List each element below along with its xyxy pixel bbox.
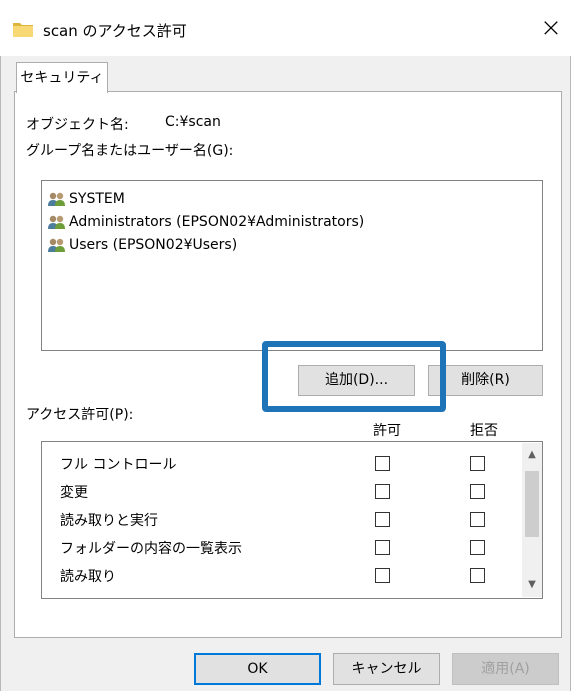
permission-row-label: フル コントロール	[60, 457, 177, 473]
deny-checkbox[interactable]	[470, 540, 485, 555]
list-item[interactable]: Administrators (EPSON02¥Administrators)	[48, 211, 364, 233]
cancel-button[interactable]: キャンセル	[333, 653, 440, 685]
allow-checkbox[interactable]	[375, 512, 390, 527]
permissions-label: アクセス許可(P):	[26, 407, 134, 423]
list-item[interactable]: SYSTEM	[48, 188, 125, 210]
permissions-list[interactable]: フル コントロール 変更 読み取りと実行 フォルダーの内容の一覧表示 読み取り …	[41, 441, 543, 599]
scrollbar[interactable]: ▲ ▼	[522, 443, 542, 597]
group-item-label: Users (EPSON02¥Users)	[69, 237, 238, 253]
object-name-label: オブジェクト名:	[26, 117, 129, 133]
window-border-left	[0, 56, 1, 691]
permission-row-label: フォルダーの内容の一覧表示	[60, 541, 242, 557]
group-list[interactable]: SYSTEM Administrators (EPSON02¥Administr…	[41, 180, 543, 351]
deny-checkbox[interactable]	[470, 484, 485, 499]
deny-checkbox[interactable]	[470, 568, 485, 583]
permission-row-label: 変更	[60, 485, 88, 501]
allow-checkbox[interactable]	[375, 456, 390, 471]
object-name-value: C:¥scan	[165, 114, 221, 130]
scroll-thumb[interactable]	[525, 471, 539, 537]
group-item-label: Administrators (EPSON02¥Administrators)	[69, 214, 365, 230]
folder-icon	[13, 23, 33, 37]
users-icon	[48, 215, 65, 229]
permission-row-label: 読み取りと実行	[60, 513, 158, 529]
deny-column-header: 拒否	[470, 423, 498, 439]
window-title: scan のアクセス許可	[43, 22, 187, 40]
group-item-label: SYSTEM	[69, 191, 125, 207]
users-icon	[48, 238, 65, 252]
scroll-up-icon[interactable]: ▲	[522, 445, 542, 465]
add-button[interactable]: 追加(D)...	[298, 365, 415, 396]
scroll-down-icon[interactable]: ▼	[522, 575, 542, 595]
ok-button[interactable]: OK	[194, 653, 321, 685]
list-item[interactable]: Users (EPSON02¥Users)	[48, 234, 237, 256]
close-button[interactable]: ×	[536, 13, 566, 43]
deny-checkbox[interactable]	[470, 456, 485, 471]
tab-security[interactable]: セキュリティ	[16, 62, 108, 93]
apply-button[interactable]: 適用(A)	[452, 653, 559, 685]
deny-checkbox[interactable]	[470, 512, 485, 527]
allow-checkbox[interactable]	[375, 484, 390, 499]
allow-column-header: 許可	[373, 423, 401, 439]
allow-checkbox[interactable]	[375, 540, 390, 555]
users-icon	[48, 192, 65, 206]
permission-row-label: 読み取り	[60, 569, 116, 585]
remove-button[interactable]: 削除(R)	[428, 365, 543, 396]
group-label: グループ名またはユーザー名(G):	[26, 143, 234, 159]
allow-checkbox[interactable]	[375, 568, 390, 583]
